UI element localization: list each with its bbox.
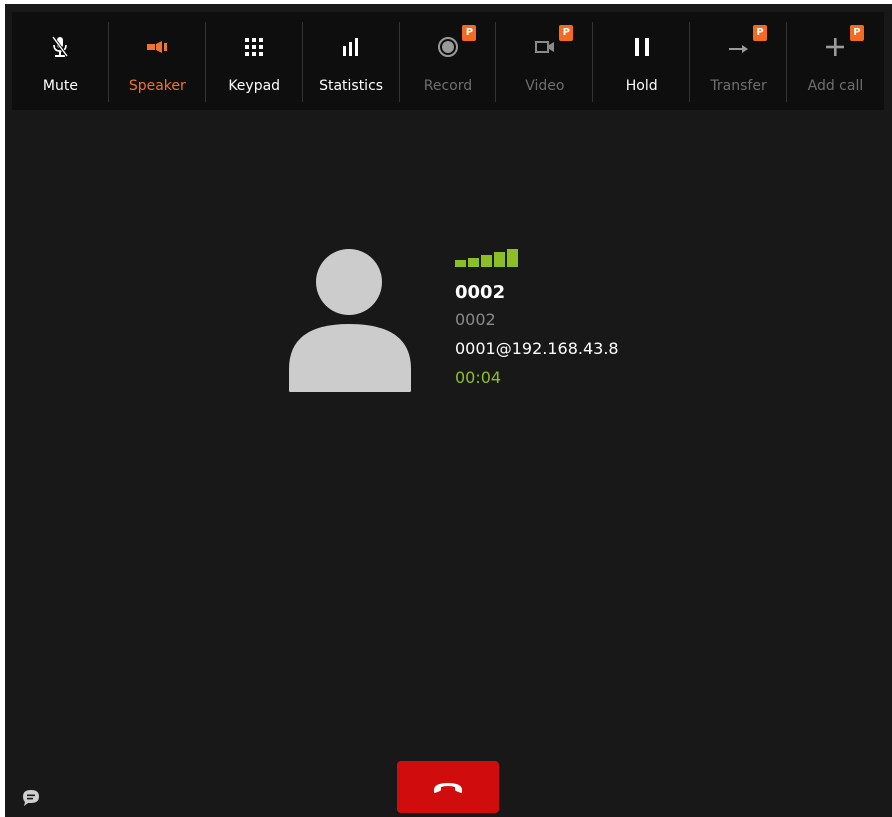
signal-bar (481, 255, 492, 267)
mute-label: Mute (42, 78, 78, 94)
speaker-button[interactable]: Speaker (109, 12, 206, 110)
mic-off-icon (12, 34, 109, 60)
pro-badge: P (462, 25, 477, 41)
signal-bar (494, 252, 505, 267)
plus-icon (787, 34, 884, 60)
chat-icon[interactable] (21, 788, 41, 808)
pause-icon (593, 34, 690, 60)
pro-badge: P (753, 25, 767, 41)
bar-chart-icon (303, 34, 400, 60)
mute-button[interactable]: Mute (12, 12, 109, 110)
hold-label: Hold (625, 78, 658, 94)
hold-button[interactable]: Hold (593, 12, 691, 110)
video-label: Video (525, 78, 565, 94)
phone-hangup-icon (434, 783, 462, 793)
contact-avatar (288, 245, 412, 393)
keypad-button[interactable]: Keypad (206, 12, 303, 110)
call-window: Mute Speaker Keypad Statistics P Record … (5, 4, 892, 817)
add-call-label: Add call (807, 78, 864, 94)
record-button[interactable]: P Record (400, 12, 497, 110)
signal-bar (468, 258, 479, 267)
speaker-label: Speaker (128, 78, 186, 94)
speaker-icon (109, 34, 206, 60)
pro-badge: P (559, 25, 574, 41)
statistics-button[interactable]: Statistics (303, 12, 400, 110)
call-info: 0002 0002 0001@192.168.43.8 00:04 (455, 247, 619, 392)
caller-name: 0002 (455, 282, 506, 303)
transfer-label: Transfer (710, 78, 767, 94)
call-toolbar: Mute Speaker Keypad Statistics P Record … (12, 12, 884, 110)
pro-badge: P (849, 25, 864, 41)
hang-up-button[interactable] (397, 761, 499, 813)
video-camera-icon (496, 34, 593, 60)
person-icon (289, 249, 411, 392)
keypad-label: Keypad (228, 78, 281, 94)
record-icon (400, 34, 497, 60)
video-button[interactable]: P Video (496, 12, 594, 110)
signal-bar (455, 260, 466, 267)
add-call-button[interactable]: P Add call (787, 12, 884, 110)
transfer-button[interactable]: P Transfer (690, 12, 787, 110)
keypad-icon (206, 34, 303, 60)
call-duration: 00:04 (455, 368, 502, 387)
statistics-label: Statistics (319, 78, 384, 94)
signal-bar (507, 249, 518, 267)
signal-strength-icon (455, 247, 619, 267)
record-label: Record (423, 78, 473, 94)
caller-number: 0002 (455, 310, 496, 329)
arrow-right-icon (690, 34, 787, 60)
caller-sip-address: 0001@192.168.43.8 (455, 339, 619, 358)
